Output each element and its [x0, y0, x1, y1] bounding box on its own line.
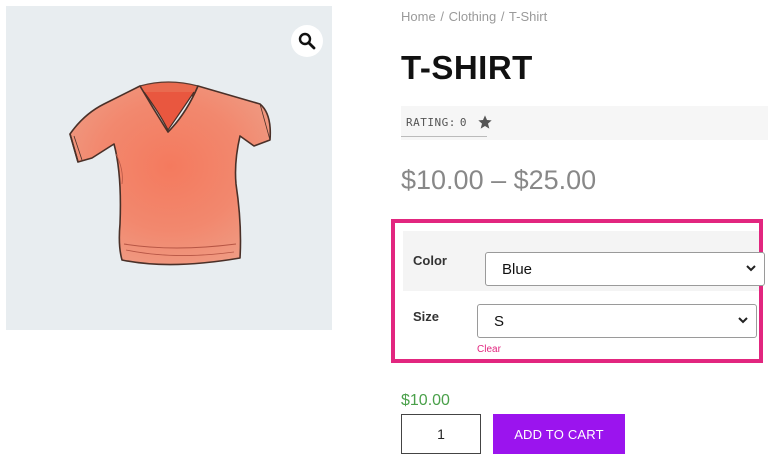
breadcrumb-category[interactable]: Clothing — [449, 9, 497, 24]
chevron-down-icon — [737, 314, 749, 329]
rating-underline — [401, 136, 487, 137]
add-to-cart-button[interactable]: ADD TO CART — [493, 414, 625, 454]
rating-value: 0 — [459, 115, 467, 129]
color-select-value: Blue — [502, 260, 533, 278]
breadcrumb-current: T-Shirt — [508, 9, 548, 24]
size-select-value: S — [494, 312, 505, 330]
rating-bar: RATING: 0 — [401, 106, 768, 140]
price-range: $10.00 – $25.00 — [401, 165, 597, 195]
breadcrumb: Home / Clothing / T-Shirt — [401, 9, 547, 24]
rating-label: RATING: — [406, 115, 456, 129]
magnifier-icon — [298, 32, 316, 50]
product-title: T-SHIRT — [401, 49, 533, 86]
clear-link[interactable]: Clear — [477, 344, 501, 355]
size-select[interactable]: S — [477, 304, 757, 338]
rating: RATING: 0 — [406, 114, 493, 130]
chevron-down-icon — [745, 262, 757, 277]
size-label: Size — [413, 309, 440, 324]
breadcrumb-home[interactable]: Home — [401, 9, 436, 24]
variation-price: $10.00 — [401, 392, 450, 409]
product-gallery — [6, 6, 332, 330]
color-label: Color — [413, 253, 447, 268]
star-icon[interactable] — [477, 114, 493, 130]
color-row: Color Blue — [403, 231, 765, 291]
zoom-button[interactable] — [291, 25, 323, 57]
quantity-input[interactable]: 1 — [401, 414, 481, 454]
color-select[interactable]: Blue — [485, 252, 765, 286]
tshirt-image — [69, 81, 272, 266]
breadcrumb-separator: / — [500, 9, 505, 24]
breadcrumb-separator: / — [440, 9, 444, 24]
variations-box: Color Blue Size S Clear — [391, 219, 765, 363]
